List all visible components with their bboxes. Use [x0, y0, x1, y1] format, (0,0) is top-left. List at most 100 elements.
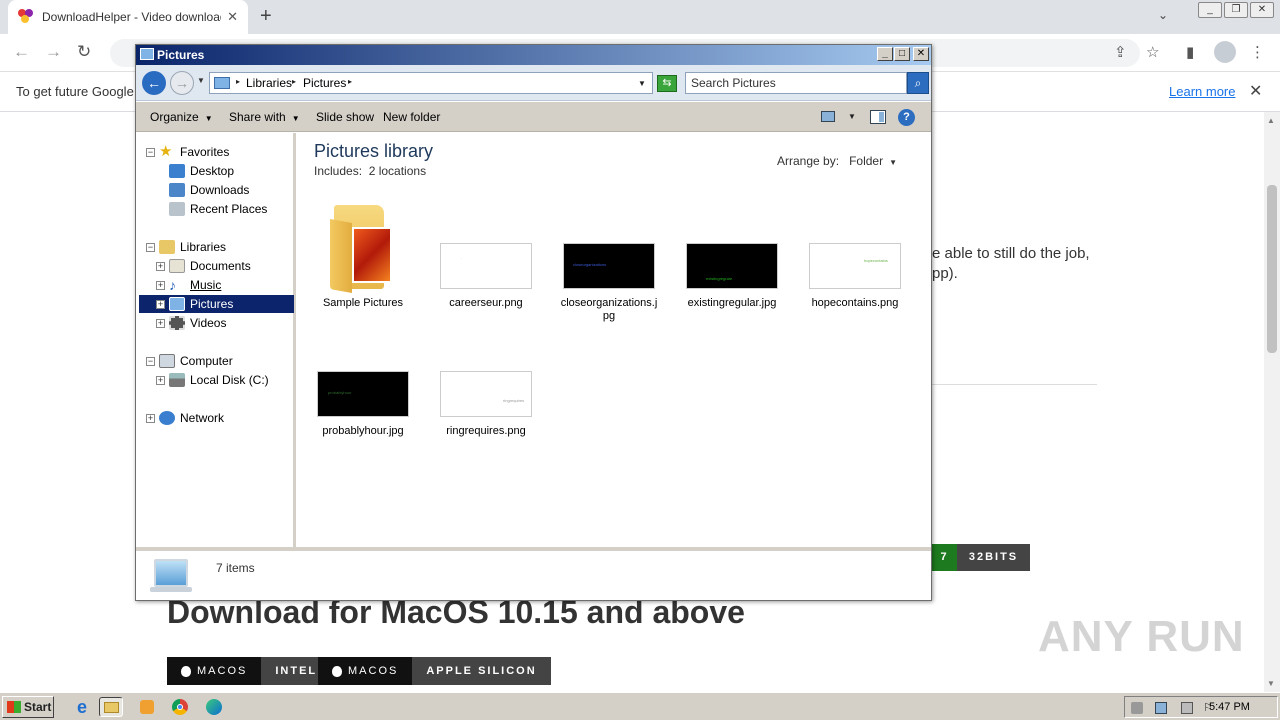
includes-locations-link[interactable]: 2 locations: [369, 164, 426, 178]
browser-restore-button[interactable]: ❐: [1224, 2, 1248, 18]
usb-device-icon[interactable]: [1181, 702, 1193, 714]
file-item-existingregular[interactable]: existingregular existingregular.jpg: [682, 243, 782, 310]
organize-menu[interactable]: Organize ▼: [150, 110, 213, 124]
tab-close-icon[interactable]: ✕: [227, 9, 238, 25]
collapse-icon[interactable]: −: [146, 242, 155, 252]
expand-icon[interactable]: +: [146, 413, 155, 423]
edge-icon[interactable]: [202, 697, 226, 717]
expand-icon[interactable]: +: [156, 299, 165, 309]
macos-silicon-download-button[interactable]: MACOS APPLE SILICON: [318, 657, 551, 685]
change-view-icon[interactable]: [821, 111, 835, 122]
file-item-ringrequires[interactable]: ringrequires ringrequires.png: [436, 371, 536, 438]
taskbar-clock[interactable]: 5:47 PM: [1209, 701, 1250, 713]
browser-minimize-button[interactable]: _: [1198, 2, 1222, 18]
breadcrumb-arrow-icon[interactable]: ▸: [348, 77, 352, 86]
profile-avatar-icon[interactable]: [1214, 41, 1236, 63]
nav-recent-places[interactable]: Recent Places: [169, 200, 267, 218]
arrange-by-dropdown[interactable]: Folder ▼: [849, 154, 897, 168]
forward-arrow-icon[interactable]: →: [45, 42, 62, 62]
network-tray-icon[interactable]: [1155, 702, 1167, 714]
breadcrumb-arrow-icon[interactable]: ▸: [292, 77, 296, 86]
infobar-close-icon[interactable]: ✕: [1249, 81, 1262, 101]
media-player-icon[interactable]: [135, 697, 159, 717]
breadcrumb-pictures[interactable]: Pictures: [303, 76, 346, 90]
nav-videos[interactable]: + Videos: [156, 314, 226, 332]
macos-intel-download-button[interactable]: MACOS INTEL: [167, 657, 332, 685]
windows-flag-icon: [7, 701, 21, 713]
windows-32bits-button[interactable]: 32BITS: [957, 544, 1030, 571]
menu-kebab-icon[interactable]: ⋮: [1250, 43, 1265, 61]
breadcrumb-arrow-icon[interactable]: ▸: [236, 77, 240, 86]
page-divider: [932, 384, 1097, 385]
page-scrollbar-thumb[interactable]: [1267, 185, 1277, 353]
breadcrumb-libraries[interactable]: Libraries: [246, 76, 292, 90]
expand-icon[interactable]: +: [156, 280, 165, 290]
speaker-icon[interactable]: [1131, 702, 1143, 714]
file-item-careerseur[interactable]: · careerseur.png: [436, 243, 536, 310]
recent-pages-chevron-icon[interactable]: ▼: [197, 76, 205, 85]
dropdown-arrow-icon: ▼: [291, 114, 300, 123]
back-arrow-icon[interactable]: ←: [13, 42, 30, 62]
bookmark-star-icon[interactable]: ☆: [1146, 43, 1159, 61]
nav-libraries[interactable]: − Libraries: [146, 238, 226, 256]
nav-computer[interactable]: − Computer: [146, 352, 233, 370]
anyrun-watermark: ANY RUN: [1038, 612, 1245, 661]
explorer-window: Pictures _ □ ✕ ← → ▼ ▸ Libraries ▸ Pictu…: [135, 44, 932, 601]
nav-music[interactable]: + ♪ Music: [156, 276, 221, 294]
collapse-icon[interactable]: −: [146, 356, 155, 366]
nav-desktop[interactable]: Desktop: [169, 162, 234, 180]
system-tray: ⚐: [1124, 696, 1278, 718]
new-folder-button[interactable]: New folder: [383, 110, 440, 124]
explorer-minimize-button[interactable]: _: [877, 47, 893, 61]
windows-7-badge[interactable]: 7: [932, 544, 957, 571]
file-item-closeorganizations[interactable]: closeorganizations closeorganizations.jp…: [559, 243, 659, 323]
nav-downloads[interactable]: Downloads: [169, 181, 249, 199]
collapse-icon[interactable]: −: [146, 147, 155, 157]
explorer-forward-icon[interactable]: →: [170, 71, 194, 95]
expand-icon[interactable]: +: [156, 318, 165, 328]
help-icon[interactable]: ?: [898, 109, 915, 126]
tab-search-icon[interactable]: ⌄: [1158, 8, 1168, 22]
nav-network[interactable]: + Network: [146, 409, 224, 427]
videos-filmstrip-icon: [169, 316, 185, 330]
explorer-back-icon[interactable]: ←: [142, 71, 166, 95]
learn-more-link[interactable]: Learn more: [1169, 84, 1235, 99]
explorer-maximize-button[interactable]: □: [894, 47, 910, 61]
file-item-hopecontains[interactable]: hopecontains hopecontains.png: [805, 243, 905, 310]
search-icon[interactable]: ⌕: [907, 72, 929, 94]
refresh-icon[interactable]: ⇆: [657, 75, 677, 92]
view-options-dropdown-icon[interactable]: ▼: [848, 112, 856, 121]
share-with-menu[interactable]: Share with ▼: [229, 110, 300, 124]
nav-favorites[interactable]: − ★ Favorites: [146, 143, 229, 161]
scroll-down-icon[interactable]: ▼: [1267, 679, 1275, 688]
expand-icon[interactable]: +: [156, 375, 165, 385]
address-dropdown-icon[interactable]: ▼: [638, 79, 646, 88]
internet-explorer-icon[interactable]: e: [70, 697, 94, 717]
folder-icon: [328, 197, 398, 293]
explorer-address-bar[interactable]: ▸ Libraries ▸ Pictures ▸: [209, 72, 653, 94]
chrome-icon[interactable]: [168, 697, 192, 717]
expand-icon[interactable]: +: [156, 261, 165, 271]
explorer-titlebar[interactable]: Pictures _ □ ✕: [136, 45, 931, 65]
explorer-taskbar-icon[interactable]: [99, 697, 123, 717]
nav-documents[interactable]: + Documents: [156, 257, 251, 275]
infobar-message: To get future Google: [16, 84, 134, 99]
downloads-icon: [169, 183, 185, 197]
side-panel-icon[interactable]: ▮: [1186, 43, 1194, 61]
file-item-probablyhour[interactable]: probablyhour probablyhour.jpg: [313, 371, 413, 438]
slide-show-button[interactable]: Slide show: [316, 110, 374, 124]
nav-local-disk[interactable]: + Local Disk (C:): [156, 371, 269, 389]
nav-pictures[interactable]: + Pictures: [139, 295, 294, 313]
explorer-search-input[interactable]: Search Pictures: [685, 72, 907, 94]
new-tab-button[interactable]: +: [260, 5, 272, 28]
explorer-close-button[interactable]: ✕: [913, 47, 929, 61]
preview-pane-icon[interactable]: [870, 110, 886, 124]
browser-close-button[interactable]: ✕: [1250, 2, 1274, 18]
file-item-sample-pictures[interactable]: Sample Pictures: [313, 197, 413, 310]
share-icon[interactable]: ⇪: [1114, 43, 1127, 61]
start-button[interactable]: Start: [2, 696, 54, 718]
pictures-title-icon: [140, 48, 154, 60]
reload-icon[interactable]: ↻: [77, 42, 91, 62]
browser-tab[interactable]: DownloadHelper - Video download b ✕: [8, 0, 248, 34]
scroll-up-icon[interactable]: ▲: [1267, 116, 1275, 125]
